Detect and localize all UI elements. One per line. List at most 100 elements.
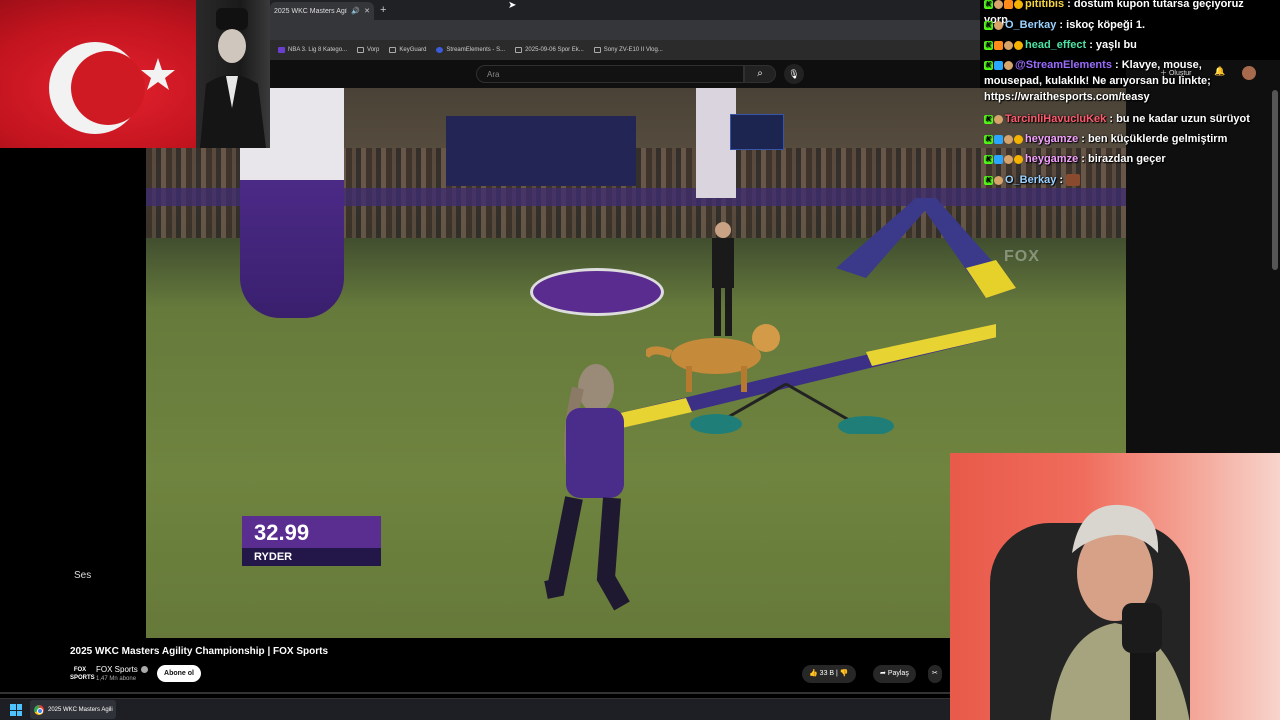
microphone-icon[interactable]: 🎙 <box>784 64 804 84</box>
thumbs-up-icon: 👍 <box>809 670 820 677</box>
clip-button[interactable]: ✂ <box>928 665 942 683</box>
bookmark-item[interactable]: Sony ZV-E10 II Vlog... <box>593 47 663 53</box>
chrome-icon <box>34 704 44 715</box>
chat-message: K O_Berkay : iskoç köpeği 1. <box>984 19 1146 31</box>
streamer-figure <box>1050 504 1190 720</box>
kick-badge-icon: K <box>984 20 993 30</box>
arena-scoreboard <box>730 114 784 150</box>
subscriber-badge-icon <box>994 0 1003 9</box>
chat-message: K TarcinliHavucluKek : bu ne kadar uzun s… <box>984 113 1250 125</box>
subscriber-badge-icon <box>1004 60 1013 70</box>
divider <box>0 692 950 694</box>
streamelements-icon <box>436 47 444 53</box>
handler-figure <box>544 364 630 611</box>
subscriber-count: 1,47 Mn abone <box>96 676 137 682</box>
thumbs-down-icon[interactable]: | 👎 <box>834 670 849 677</box>
chat-message: Kheygamze : ben küçüklerde gelmiştirm <box>984 133 1228 145</box>
chat-message: Khead_effect : yaşlı bu <box>984 39 1137 51</box>
verified-icon <box>140 666 148 674</box>
page-icon <box>593 47 601 53</box>
close-tab-icon[interactable]: ✕ <box>364 7 370 15</box>
like-count: 33 B <box>819 670 835 677</box>
chat-username: heygamze <box>1025 153 1079 165</box>
chat-text: ben küçüklerde gelmiştirm <box>1087 133 1228 145</box>
chat-text: yaşlı bu <box>1095 39 1137 51</box>
youtube-header: Ara ⌕ 🎙 <box>270 60 980 88</box>
subscribe-button[interactable]: Abone ol <box>157 665 201 682</box>
chat-text: bu ne kadar uzun sürüyot <box>1116 113 1250 125</box>
speaker-icon[interactable]: 🔊 <box>351 7 360 15</box>
bookmark-item[interactable]: Vorp <box>357 47 379 53</box>
channel-name[interactable]: FOX Sports <box>96 665 138 674</box>
a-frame-obstacle <box>836 198 1016 298</box>
chat-username: heygamze <box>1025 133 1079 145</box>
chat-message: K @StreamElements : Klavye, mouse, mousep… <box>984 59 1211 103</box>
share-icon: ➦ <box>880 670 888 677</box>
subscriber-badge-icon <box>1004 134 1013 144</box>
bookmark-item[interactable]: 2025-09-06 Spor Ek... <box>515 47 584 53</box>
streamer-webcam <box>950 453 1280 720</box>
page-scrollbar[interactable] <box>1272 90 1278 270</box>
bot-badge-icon <box>994 154 1003 164</box>
bookmark-item[interactable]: KeyGuard <box>389 47 426 53</box>
folder-icon <box>389 47 397 53</box>
subscriber-badge-icon <box>1004 40 1013 50</box>
chat-username: O_Berkay <box>1005 19 1057 31</box>
run-timer-overlay: 32.99 RYDER <box>242 516 381 566</box>
portrait-photo <box>196 0 270 148</box>
subscriber-badge-icon <box>1004 154 1013 164</box>
bookmark-item[interactable]: StreamElements - S... <box>436 47 505 53</box>
mouse-cursor-icon: ➤ <box>508 0 517 11</box>
search-input[interactable]: Ara <box>476 65 744 83</box>
chat-message: Kheygamze : birazdan geçer <box>984 153 1166 165</box>
kick-badge-icon: K <box>984 60 993 70</box>
windows-taskbar: 2025 WKC Masters Agili <box>0 698 950 720</box>
like-button[interactable]: 👍 33 B | 👎 <box>802 665 856 683</box>
fox-watermark: FOX <box>1004 248 1040 265</box>
bookmark-icon <box>278 47 285 53</box>
gift-badge-icon <box>1014 134 1023 144</box>
tab-title: 2025 WKC Masters Agility | <box>274 7 347 15</box>
taskbar-app-chrome[interactable]: 2025 WKC Masters Agili <box>30 700 116 719</box>
turkish-flag-overlay <box>0 0 270 148</box>
browser-tab-active[interactable]: 2025 WKC Masters Agility | 🔊 ✕ <box>270 2 374 20</box>
search-icon[interactable]: ⌕ <box>744 65 776 83</box>
field-logo <box>530 268 664 316</box>
taskbar-app-title: 2025 WKC Masters Agili <box>48 706 113 713</box>
volume-label: Ses <box>74 570 92 581</box>
arena-backdrop <box>446 116 636 186</box>
subscriber-badge-icon <box>994 20 1003 30</box>
kick-badge-icon: K <box>984 0 993 9</box>
bookmarks-bar: NBA 3. Lig 8 Katego... Vorp KeyGuard Str… <box>270 40 980 60</box>
video-title: 2025 WKC Masters Agility Championship | … <box>70 646 329 657</box>
timer-value: 32.99 <box>242 516 381 548</box>
kick-badge-icon: K <box>984 114 993 124</box>
subscriber-badge-icon <box>994 175 1003 185</box>
chat-message: K O_Berkay : <box>984 172 1260 188</box>
chat-username: pititibis <box>1025 0 1065 10</box>
subscriber-badge-icon <box>994 114 1003 124</box>
chat-text: birazdan geçer <box>1087 153 1166 165</box>
kick-badge-icon: K <box>984 40 993 50</box>
browser-tab-bar: 2025 WKC Masters Agility | 🔊 ✕ + ➤ <box>270 0 980 20</box>
chat-text: iskoç köpeği 1. <box>1066 19 1146 31</box>
gift-badge-icon <box>1014 0 1023 9</box>
share-button[interactable]: ➦ Paylaş <box>873 665 916 683</box>
address-bar[interactable] <box>270 20 980 40</box>
chat-username: TarcinliHavucluKek <box>1005 113 1107 125</box>
folder-icon <box>357 47 365 53</box>
bot-badge-icon <box>994 60 1003 70</box>
left-empty-panel <box>0 148 146 638</box>
bookmark-item[interactable]: NBA 3. Lig 8 Katego... <box>278 47 347 53</box>
bot-badge-icon <box>994 134 1003 144</box>
dog-name: RYDER <box>242 548 381 566</box>
gift-badge-icon <box>1014 154 1023 164</box>
scissors-icon: ✂ <box>932 670 938 677</box>
new-tab-icon[interactable]: + <box>380 4 386 16</box>
gift-badge-icon <box>1014 40 1023 50</box>
channel-logo[interactable]: FOX SPORTS <box>70 664 95 684</box>
channel-name-row[interactable]: FOX Sports <box>96 665 148 674</box>
emote-icon <box>1066 174 1081 187</box>
windows-start-icon[interactable] <box>10 704 22 716</box>
kick-badge-icon: K <box>984 175 993 185</box>
